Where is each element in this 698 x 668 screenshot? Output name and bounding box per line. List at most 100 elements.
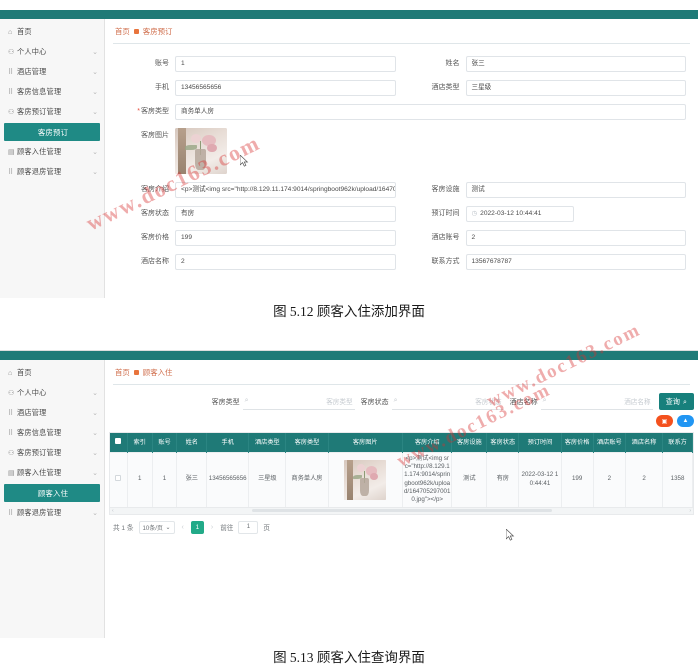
cell-hotel-type: 三星级 <box>248 451 287 507</box>
search-input[interactable]: ⌕ 酒店名称 <box>540 394 653 410</box>
cell-status: 有房 <box>486 451 520 507</box>
pagination-next[interactable]: › <box>209 524 215 531</box>
row-checkbox[interactable] <box>115 474 122 481</box>
form-input-3[interactable]: 13456565656 <box>175 80 396 96</box>
form-input-12[interactable]: 2 <box>465 230 686 246</box>
form-input-1[interactable]: 1 <box>175 56 396 72</box>
sidebar-item-2[interactable]: ⚇ 个人中心 ⌄ <box>0 383 104 403</box>
search-filter-label: 酒店名称 <box>509 398 538 406</box>
data-table[interactable]: 索引 账号 姓名 手机 酒店类型 客房类型 客房图片 客房介绍 客房设施 客房状态 预订时间 客房价格… <box>110 433 693 507</box>
table-body[interactable]: 1 1 张三 13456565656 三星级 商务单人房 <p>测试<img src="ht… <box>110 451 693 507</box>
sidebar-item-5[interactable]: ⚇ 客房预订管理 ⌄ <box>0 102 104 122</box>
grid-icon: ⠿ <box>8 409 14 417</box>
booking-form[interactable]: 账号 1 姓名 张三 手机 13456565656 酒店类型 三星级 *客房类型 商务单人房 客房图… <box>105 44 698 278</box>
column-header-5: 酒店类型 <box>248 433 287 452</box>
column-header-10: 客房状态 <box>486 433 520 452</box>
column-header-7: 客房图片 <box>328 433 403 452</box>
action-buttons[interactable]: ▣ ▲ <box>105 414 698 432</box>
main-content-list: 首页 顾客入住 客房类型 ⌕ 客房类型 客房状态 ⌕ 客房状态 酒店名称 ⌕ 酒店名称 查询 ⌕ ▣… <box>105 360 698 638</box>
sidebar-item-4[interactable]: ⠿ 客房信息管理 ⌄ <box>0 82 104 102</box>
cell-hotel-name: 2 <box>625 451 664 507</box>
table-row[interactable]: 1 1 张三 13456565656 三星级 商务单人房 <p>测试<img src="ht… <box>110 451 693 507</box>
pagination-page-1[interactable]: 1 <box>190 520 204 534</box>
sidebar-item-4[interactable]: ⠿ 客房信息管理 ⌄ <box>0 423 104 443</box>
chevron-down-icon: ⌄ <box>92 470 98 477</box>
sidebar-item-8[interactable]: ⠿ 顾客退房管理 ⌄ <box>0 162 104 182</box>
scroll-left-icon[interactable]: ‹ <box>112 508 114 514</box>
user-icon: ⚇ <box>8 389 15 397</box>
search-input[interactable]: ⌕ 客房类型 <box>242 394 355 410</box>
grid-icon: ⠿ <box>8 68 14 76</box>
search-button-label: 查询 <box>665 396 680 406</box>
sidebar-item-3[interactable]: ⠿ 酒店管理 ⌄ <box>0 62 104 82</box>
page-size-select[interactable]: 10条/页 ⌄ <box>138 520 175 534</box>
sidebar-item-1[interactable]: ⌂ 首页 <box>0 22 104 42</box>
sidebar-item-label: 客房信息管理 <box>17 428 62 437</box>
breadcrumb-home[interactable]: 首页 <box>115 26 130 37</box>
horizontal-scrollbar[interactable]: ‹ › <box>109 507 694 515</box>
room-photo <box>175 128 227 174</box>
chevron-down-icon: ⌄ <box>92 410 98 417</box>
search-button[interactable]: 查询 ⌕ <box>658 393 694 410</box>
form-input-9[interactable]: 有房 <box>175 206 396 222</box>
sidebar-item-6[interactable]: 客房预订 <box>4 123 100 141</box>
chevron-down-icon: ⌄ <box>92 169 98 176</box>
pagination-goto-input[interactable]: 1 <box>238 520 259 534</box>
breadcrumb[interactable]: 首页 客房预订 <box>105 19 698 43</box>
form-input-10[interactable]: ◷ 2022-03-12 10:44:41 <box>465 206 574 222</box>
form-input-5[interactable]: 商务单人房 <box>175 104 686 120</box>
sidebar[interactable]: ⌂ 首页 ⚇ 个人中心 ⌄ ⠿ 酒店管理 ⌄ ⠿ 客房信息管理 ⌄ ⚇ 客房预订管理 ⌄ 客房预订 ▤ 顾客入住… <box>0 19 105 298</box>
pagination-prev[interactable]: ‹ <box>180 524 186 531</box>
scroll-right-icon[interactable]: › <box>689 508 691 514</box>
form-label: 酒店类型 <box>431 84 460 91</box>
form-input-11[interactable]: 199 <box>175 230 396 246</box>
form-label: 客房设施 <box>431 186 460 193</box>
cell-image <box>328 451 403 507</box>
chevron-down-icon: ⌄ <box>92 149 98 156</box>
room-image-thumb[interactable] <box>344 459 387 500</box>
search-input[interactable]: ⌕ 客房状态 <box>391 394 504 410</box>
mouse-cursor <box>240 155 249 167</box>
form-input-14[interactable]: 13567678787 <box>465 254 686 270</box>
column-header-9: 客房设施 <box>451 433 488 452</box>
sidebar-item-7[interactable]: 顾客入住 <box>4 484 100 502</box>
form-input-13[interactable]: 2 <box>175 254 396 270</box>
breadcrumb-separator-icon <box>133 370 139 375</box>
grid-icon: ⠿ <box>8 429 14 437</box>
delete-button[interactable]: ▣ <box>656 415 673 427</box>
sidebar-item-label: 顾客退房管理 <box>17 167 62 176</box>
sidebar-item-1[interactable]: ⌂ 首页 <box>0 363 104 383</box>
search-placeholder: 客房状态 <box>475 399 502 406</box>
form-input-7[interactable]: <p>测试<img src="http://8.129.11.174:9014/… <box>175 182 396 198</box>
form-input-4[interactable]: 三星级 <box>465 80 686 96</box>
upload-button[interactable]: ▲ <box>677 415 694 427</box>
cell-name: 张三 <box>176 451 208 507</box>
form-input-8[interactable]: 测试 <box>465 182 686 198</box>
select-all-header[interactable] <box>110 433 128 452</box>
column-header-6: 客房类型 <box>285 433 329 452</box>
sidebar-item-5[interactable]: ⚇ 客房预订管理 ⌄ <box>0 443 104 463</box>
pagination[interactable]: 共 1 条 10条/页 ⌄ ‹ 1 › 前往 1 页 <box>105 515 698 538</box>
room-image-preview[interactable] <box>175 128 227 174</box>
sidebar-item-label: 顾客退房管理 <box>17 508 62 517</box>
search-toolbar[interactable]: 客房类型 ⌕ 客房类型 客房状态 ⌕ 客房状态 酒店名称 ⌕ 酒店名称 查询 ⌕ <box>105 385 698 414</box>
breadcrumb[interactable]: 首页 顾客入住 <box>105 360 698 384</box>
breadcrumb-home[interactable]: 首页 <box>115 367 130 378</box>
form-label: 客房状态 <box>141 210 169 217</box>
select-all-checkbox[interactable] <box>115 438 122 445</box>
sidebar-item-6[interactable]: ▤ 顾客入住管理 ⌄ <box>0 463 104 483</box>
form-row-11: 客房价格 199 <box>111 226 402 250</box>
form-input-2[interactable]: 张三 <box>465 56 686 72</box>
sidebar-item-2[interactable]: ⚇ 个人中心 ⌄ <box>0 42 104 62</box>
sidebar-item-7[interactable]: ▤ 顾客入住管理 ⌄ <box>0 142 104 162</box>
scroll-thumb[interactable] <box>251 509 552 513</box>
row-checkbox-cell[interactable] <box>110 451 128 507</box>
sidebar-item-8[interactable]: ⠿ 顾客退房管理 ⌄ <box>0 503 104 523</box>
sidebar-item-3[interactable]: ⠿ 酒店管理 ⌄ <box>0 403 104 423</box>
cell-booking-time: 2022-03-12 10:44:41 <box>518 451 562 507</box>
sidebar-item-label: 顾客入住管理 <box>17 147 62 156</box>
user-icon: ⚇ <box>8 48 15 56</box>
sidebar[interactable]: ⌂ 首页 ⚇ 个人中心 ⌄ ⠿ 酒店管理 ⌄ ⠿ 客房信息管理 ⌄ ⚇ 客房预订管理 ⌄ ▤ 顾客入住管理 ⌄ 顾… <box>0 360 105 638</box>
form-input-value: 2022-03-12 10:44:41 <box>480 210 542 217</box>
breadcrumb-current: 客房预订 <box>142 27 173 36</box>
